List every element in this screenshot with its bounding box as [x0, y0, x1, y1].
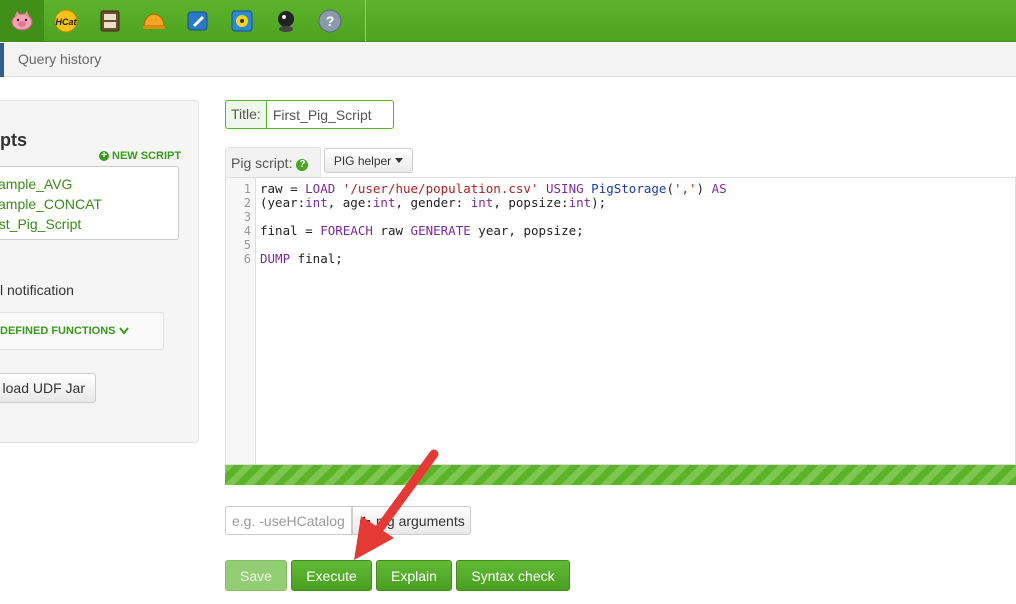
- app-switcher: HCat ?: [0, 0, 352, 42]
- explain-button[interactable]: Explain: [376, 560, 452, 591]
- plus-icon: +: [99, 151, 109, 161]
- line-number: 4: [243, 224, 251, 238]
- app-job-designer[interactable]: [132, 0, 176, 42]
- svg-text:?: ?: [326, 13, 335, 29]
- app-user-admin[interactable]: [264, 0, 308, 42]
- upload-udf-button[interactable]: load UDF Jar: [0, 373, 96, 403]
- job-designer-icon: [143, 13, 165, 29]
- app-job-browser[interactable]: [220, 0, 264, 42]
- code-content[interactable]: raw = LOAD '/user/hue/population.csv' US…: [260, 182, 727, 266]
- line-number: 1: [243, 182, 251, 196]
- pig-helper-label: PIG helper: [333, 153, 392, 168]
- line-number: 5: [243, 238, 251, 252]
- app-pig[interactable]: [0, 0, 44, 42]
- topbar-divider: [365, 0, 366, 42]
- job-browser-icon: [231, 10, 253, 32]
- line-number: 2: [243, 196, 251, 210]
- pig-helper-dropdown[interactable]: PIG helper: [324, 148, 413, 173]
- udf-toggle[interactable]: DEFINED FUNCTIONS: [0, 325, 129, 337]
- pig-script-label: Pig script:: [231, 155, 293, 171]
- help-icon: ?: [318, 9, 342, 33]
- script-item-avg[interactable]: xample_AVG: [0, 174, 178, 194]
- sub-navigation: Query history: [0, 43, 1016, 77]
- line-number: 3: [243, 210, 251, 224]
- syntax-check-button[interactable]: Syntax check: [456, 560, 570, 591]
- tab-pig-script[interactable]: Pig script:?: [225, 147, 321, 177]
- udf-label: DEFINED FUNCTIONS: [0, 325, 116, 337]
- code-editor[interactable]: 1 2 3 4 5 6 raw = LOAD '/user/hue/popula…: [225, 177, 1016, 465]
- pig-arguments-button[interactable]: pig arguments: [352, 506, 471, 535]
- pig-arguments-input[interactable]: [225, 506, 352, 535]
- chevron-down-icon: [118, 327, 129, 335]
- script-title-input[interactable]: [265, 100, 394, 129]
- title-label: Title:: [225, 100, 266, 129]
- oozie-icon: [187, 11, 208, 31]
- app-oozie[interactable]: [176, 0, 220, 42]
- line-number: 6: [243, 252, 251, 266]
- line-number-gutter: 1 2 3 4 5 6: [226, 178, 256, 464]
- email-notification-label[interactable]: l notification: [0, 282, 74, 298]
- pig-icon: [11, 11, 33, 31]
- execute-button[interactable]: Execute: [291, 560, 372, 591]
- script-title-group: Title:: [225, 100, 394, 129]
- script-list: xample_AVG xample_CONCAT irst_Pig_Script: [0, 166, 179, 240]
- script-item-concat[interactable]: xample_CONCAT: [0, 194, 178, 214]
- new-script-label: NEW SCRIPT: [112, 150, 182, 162]
- caret-down-icon: [395, 158, 404, 163]
- file-browser-icon: [100, 10, 120, 32]
- query-history-link[interactable]: Query history: [18, 51, 101, 67]
- save-button[interactable]: Save: [225, 560, 287, 591]
- new-script-link[interactable]: + NEW SCRIPT: [99, 150, 181, 162]
- svg-text:HCat: HCat: [55, 17, 77, 27]
- app-file-browser[interactable]: [88, 0, 132, 42]
- question-icon[interactable]: ?: [296, 159, 309, 171]
- script-item-first-pig[interactable]: irst_Pig_Script: [0, 214, 178, 234]
- hcat-icon: HCat: [54, 9, 78, 33]
- app-topbar: HCat ?: [0, 0, 1016, 42]
- subnav-accent: [0, 43, 4, 77]
- app-hcat[interactable]: HCat: [44, 0, 88, 42]
- app-help[interactable]: ?: [308, 0, 352, 42]
- user-admin-icon: [278, 11, 294, 32]
- arrow-left-icon: [359, 515, 370, 526]
- pig-arguments-label: pig arguments: [376, 512, 465, 529]
- sidebar-title: pts: [0, 130, 27, 150]
- execution-progress-bar: [225, 465, 1016, 485]
